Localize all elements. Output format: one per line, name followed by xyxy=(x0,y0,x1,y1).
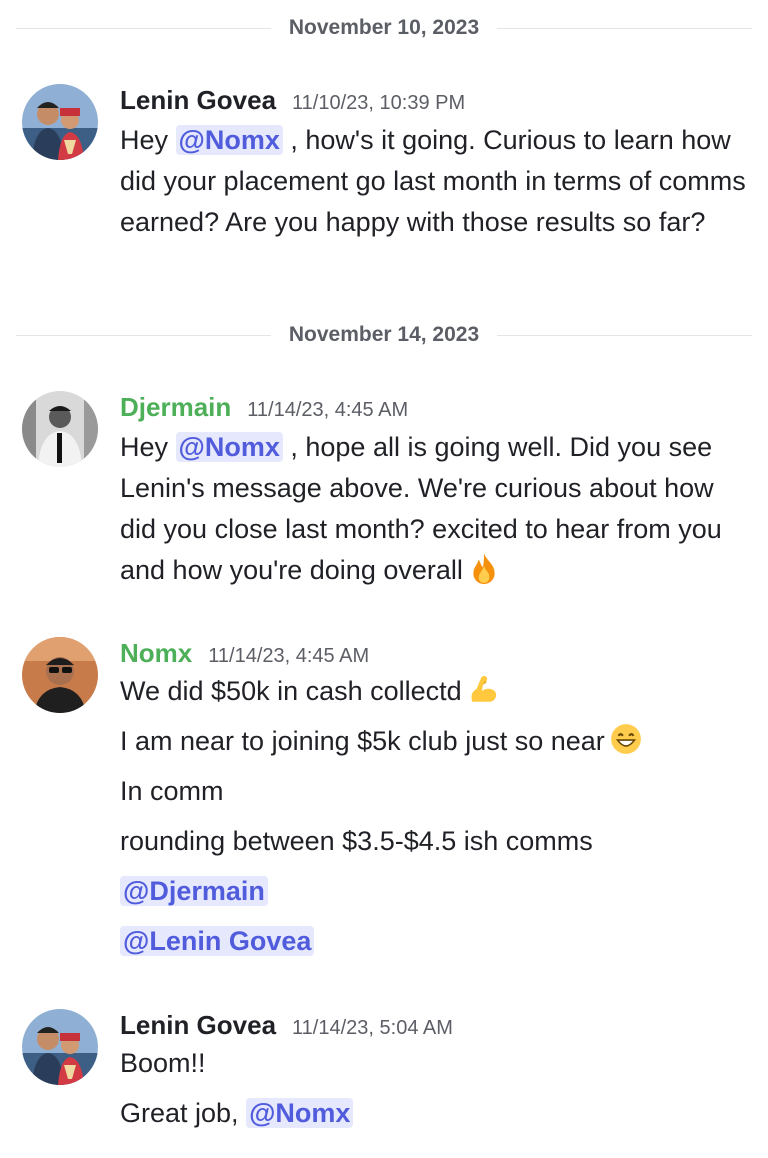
divider-line xyxy=(497,27,753,29)
grinning-face-emoji xyxy=(610,724,641,754)
user-mention[interactable]: @Nomx xyxy=(175,432,283,462)
author-name[interactable]: Lenin Govea xyxy=(120,1007,276,1043)
message-line: In comm xyxy=(120,771,752,821)
message-timestamp: 11/14/23, 4:45 AM xyxy=(247,399,409,421)
message-line: rounding between $3.5-$4.5 ish comms xyxy=(120,821,752,871)
user-mention[interactable]: @Lenin Govea xyxy=(120,926,315,956)
avatar[interactable] xyxy=(22,637,98,713)
date-divider: November 14, 2023 xyxy=(16,323,753,346)
user-mention[interactable]: @Nomx xyxy=(175,125,283,155)
message-timestamp: 11/14/23, 5:04 AM xyxy=(292,1017,453,1039)
avatar[interactable] xyxy=(22,391,98,467)
author-name[interactable]: Djermain xyxy=(120,389,231,425)
message-line: @Djermain xyxy=(120,871,752,921)
message-line: We did $50k in cash collectd xyxy=(120,671,752,721)
author-name[interactable]: Nomx xyxy=(120,635,192,671)
message-timestamp: 11/14/23, 4:45 AM xyxy=(208,645,370,667)
message-line: Great job, @Nomx xyxy=(120,1093,752,1143)
author-name[interactable]: Lenin Govea xyxy=(120,82,276,118)
avatar[interactable] xyxy=(22,84,98,160)
message-line: I am near to joining $5k club just so ne… xyxy=(120,721,752,771)
message-text-part: Hey xyxy=(120,125,176,155)
avatar[interactable] xyxy=(22,1009,98,1085)
divider-line xyxy=(16,27,271,29)
message-line: @Lenin Govea xyxy=(120,921,752,971)
divider-line xyxy=(497,334,753,336)
message-text: We did $50k in cash collectd xyxy=(120,676,462,706)
date-divider: November 10, 2023 xyxy=(16,16,753,39)
message-timestamp: 11/10/23, 10:39 PM xyxy=(292,92,466,114)
flexed-biceps-emoji xyxy=(471,675,496,702)
message-text: Hey @Nomx , hope all is going well. Did … xyxy=(120,427,752,591)
user-mention[interactable]: @Nomx xyxy=(246,1098,354,1128)
message-text: Hey @Nomx , how's it going. Curious to l… xyxy=(120,120,752,243)
date-divider-label: November 14, 2023 xyxy=(288,323,480,346)
message-text-part: Hey xyxy=(120,432,176,462)
message-text: In comm xyxy=(120,776,224,806)
divider-line xyxy=(16,334,271,336)
message-text: I am near to joining $5k club just so ne… xyxy=(120,726,605,756)
date-divider-label: November 10, 2023 xyxy=(288,16,480,39)
message-lines: We did $50k in cash collectd I am near t… xyxy=(120,671,752,971)
message-text: Boom!! xyxy=(120,1048,206,1078)
message-text: rounding between $3.5-$4.5 ish comms xyxy=(120,826,593,856)
message-text: Great job, xyxy=(120,1098,247,1128)
user-mention[interactable]: @Djermain xyxy=(120,876,268,906)
fire-emoji xyxy=(473,553,495,584)
